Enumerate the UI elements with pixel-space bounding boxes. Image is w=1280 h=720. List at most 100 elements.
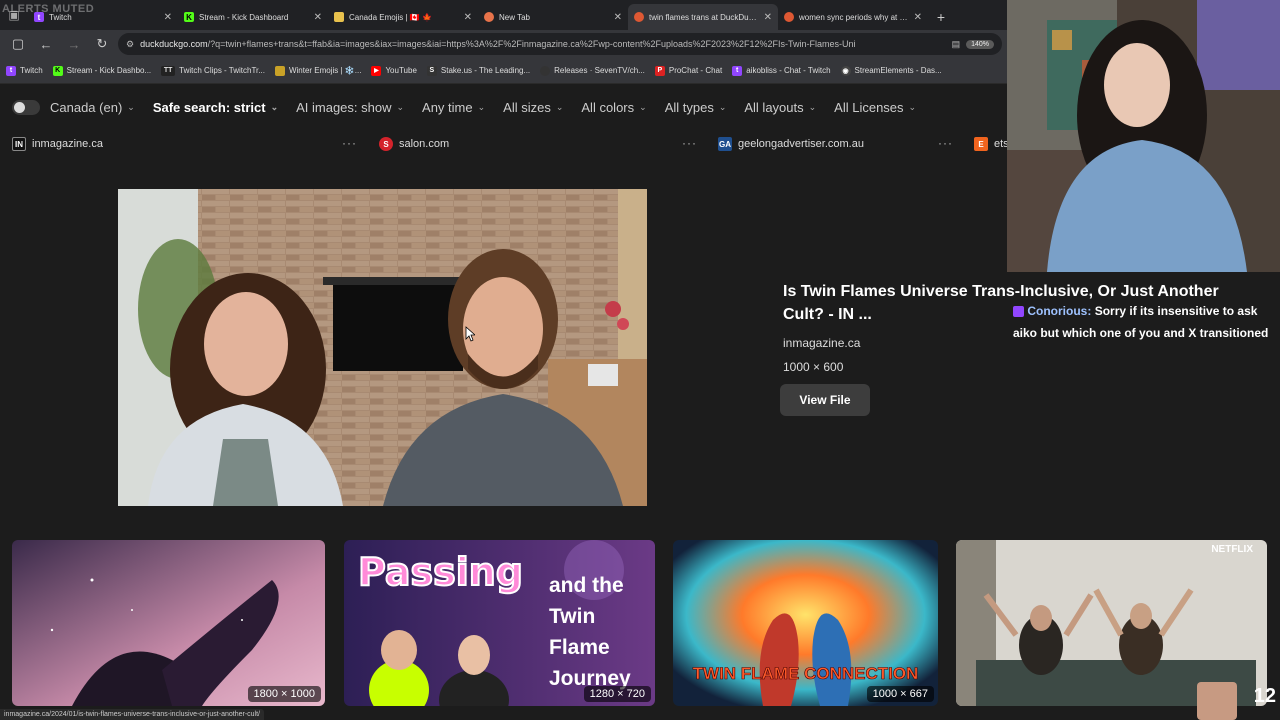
tab-duckduckgo-twin-flames[interactable]: twin flames trans at DuckDuckGo ✕ xyxy=(628,4,778,30)
kick-icon: K xyxy=(52,65,63,76)
tab-label: Twitch xyxy=(49,12,72,22)
color-filter[interactable]: All colors ⌄ xyxy=(581,100,646,115)
twitchtracker-icon: TT xyxy=(161,65,176,76)
ai-images-filter[interactable]: AI images: show ⌄ xyxy=(296,100,404,115)
close-tab-icon[interactable]: ✕ xyxy=(764,12,772,23)
reload-icon[interactable]: ↻ xyxy=(90,32,114,56)
back-arrow-icon[interactable]: ← xyxy=(34,32,58,56)
kick-favicon-icon: K xyxy=(184,12,194,22)
url-text: duckduckgo.com/?q=twin+flames+trans&t=ff… xyxy=(140,39,946,49)
bookmark-item[interactable]: t aikobliss - Chat - Twitch xyxy=(732,65,831,76)
zoom-level-badge[interactable]: 140% xyxy=(966,39,994,49)
thumbnail-result[interactable]: TWIN FLAME CONNECTION 1000 × 667 xyxy=(673,540,938,706)
geelong-advertiser-icon: GA xyxy=(718,137,732,151)
folder-favicon-icon xyxy=(334,12,344,22)
tab-twitch[interactable]: t Twitch ✕ xyxy=(28,4,178,30)
time-filter[interactable]: Any time ⌄ xyxy=(422,100,485,115)
twitch-icon: t xyxy=(6,65,16,76)
source-label: salon.com xyxy=(399,138,450,150)
thumbnail-result[interactable]: Passing and the Twin Flame Journey 1280 … xyxy=(344,540,655,706)
thumbnail-dimensions: 1000 × 667 xyxy=(866,686,934,702)
bookmark-item[interactable]: t Twitch xyxy=(6,65,43,76)
thumbnail-caption: TWIN FLAME CONNECTION xyxy=(692,664,919,684)
chevron-down-icon: ⌄ xyxy=(908,101,917,112)
bookmark-item[interactable]: Releases · SevenTV/ch... xyxy=(540,65,645,76)
bookmark-label: Twitch xyxy=(20,66,43,75)
site-info-icon[interactable]: ⚙ xyxy=(126,39,134,50)
region-toggle[interactable] xyxy=(12,99,40,115)
time-label: Any time xyxy=(422,99,473,115)
view-file-button[interactable]: View File xyxy=(780,384,870,416)
twin-flames-couple-photo xyxy=(118,189,647,506)
more-options-icon[interactable]: ··· xyxy=(342,136,357,150)
tab-canada-emojis[interactable]: Canada Emojis | 🇨🇦 🍁 ✕ xyxy=(328,4,478,30)
thumbnail-result[interactable]: 1800 × 1000 xyxy=(12,540,325,706)
reader-view-icon[interactable]: ▤ xyxy=(952,39,961,50)
bookmark-item[interactable]: ◉ StreamElements - Das... xyxy=(840,65,942,76)
region-filter[interactable]: Canada (en) ⌄ xyxy=(50,100,135,115)
type-filter[interactable]: All types ⌄ xyxy=(665,100,727,115)
mouse-pointer-icon xyxy=(465,326,475,342)
bookmark-item[interactable]: Winter Emojis | ❄️... xyxy=(274,65,362,76)
stake-icon: S xyxy=(426,65,437,76)
chevron-down-icon: ⌄ xyxy=(718,101,727,112)
size-filter[interactable]: All sizes ⌄ xyxy=(503,100,563,115)
url-path: /?q=twin+flames+trans&t=ffab&ia=images&i… xyxy=(207,39,856,49)
close-tab-icon[interactable]: ✕ xyxy=(614,12,622,23)
folder-icon xyxy=(274,65,285,76)
more-options-icon[interactable]: ··· xyxy=(682,136,697,150)
selected-image-preview[interactable] xyxy=(118,189,647,506)
bookmark-label: StreamElements - Das... xyxy=(854,66,942,75)
bookmark-item[interactable]: TT Twitch Clips - TwitchTr... xyxy=(161,65,265,76)
chat-badge-icon xyxy=(1013,306,1024,318)
tab-label: Stream - Kick Dashboard xyxy=(199,12,289,22)
viewer-avatar xyxy=(1197,682,1237,720)
bookmark-label: ProChat - Chat xyxy=(668,66,723,75)
chevron-down-icon: ⌄ xyxy=(396,101,405,112)
more-options-icon[interactable]: ··· xyxy=(938,136,953,150)
bookmark-item[interactable]: S Stake.us - The Leading... xyxy=(426,65,531,76)
source-link[interactable]: IN inmagazine.ca xyxy=(12,134,103,154)
color-label: All colors xyxy=(581,99,635,115)
tab-label: women sync periods why at Du xyxy=(799,12,909,22)
safe-search-filter[interactable]: Safe search: strict ⌄ xyxy=(153,100,278,115)
bookmark-item[interactable]: P ProChat - Chat xyxy=(654,65,723,76)
close-tab-icon[interactable]: ✕ xyxy=(164,12,172,23)
chevron-down-icon: ⌄ xyxy=(808,101,817,112)
tab-new-tab[interactable]: New Tab ✕ xyxy=(478,4,628,30)
etsy-icon: E xyxy=(974,137,988,151)
bookmark-label: Stake.us - The Leading... xyxy=(440,66,531,75)
license-filter[interactable]: All Licenses ⌄ xyxy=(834,100,916,115)
close-tab-icon[interactable]: ✕ xyxy=(464,12,472,23)
chevron-down-icon: ⌄ xyxy=(639,101,647,112)
source-link[interactable]: Ssalon.com xyxy=(379,134,449,154)
image-dimensions: 1000 × 600 xyxy=(783,360,844,374)
region-label: Canada (en) xyxy=(50,99,123,115)
bookmark-label: aikobliss - Chat - Twitch xyxy=(746,66,831,75)
new-tab-plus-icon[interactable]: + xyxy=(928,4,954,30)
tab-label: New Tab xyxy=(499,12,530,22)
streamelements-icon: ◉ xyxy=(840,65,851,76)
forward-arrow-icon[interactable]: → xyxy=(62,32,86,56)
close-tab-icon[interactable]: ✕ xyxy=(914,12,922,23)
bookmark-label: Winter Emojis | ❄️... xyxy=(288,66,362,75)
bookmark-label: Stream - Kick Dashbo... xyxy=(66,66,152,75)
tab-kick-dashboard[interactable]: K Stream - Kick Dashboard ✕ xyxy=(178,4,328,30)
layout-filter[interactable]: All layouts ⌄ xyxy=(744,100,816,115)
bookmark-item[interactable]: ▶ YouTube xyxy=(371,65,417,76)
type-label: All types xyxy=(664,99,714,115)
source-link[interactable]: GA geelongadvertiser.com.au xyxy=(718,134,864,154)
size-label: All sizes xyxy=(503,99,551,115)
bookmark-item[interactable]: K Stream - Kick Dashbo... xyxy=(52,65,152,76)
close-tab-icon[interactable]: ✕ xyxy=(314,12,322,23)
bookmark-label: YouTube xyxy=(385,66,417,75)
duckduckgo-favicon-icon xyxy=(784,12,794,22)
source-link[interactable]: Eets xyxy=(974,134,1009,154)
address-bar[interactable]: ⚙ duckduckgo.com/?q=twin+flames+trans&t=… xyxy=(118,33,1002,55)
galaxy-hands-image xyxy=(12,540,325,706)
tab-duckduckgo-women-sync[interactable]: women sync periods why at Du ✕ xyxy=(778,4,928,30)
sidebar-toggle-icon[interactable]: ▢ xyxy=(6,32,30,56)
thumbnail-headline: Passing xyxy=(357,549,524,595)
bookmarks-bar: t Twitch K Stream - Kick Dashbo... TT Twitc… xyxy=(0,58,1008,84)
tab-label: Canada Emojis | 🇨🇦 🍁 xyxy=(349,12,432,22)
